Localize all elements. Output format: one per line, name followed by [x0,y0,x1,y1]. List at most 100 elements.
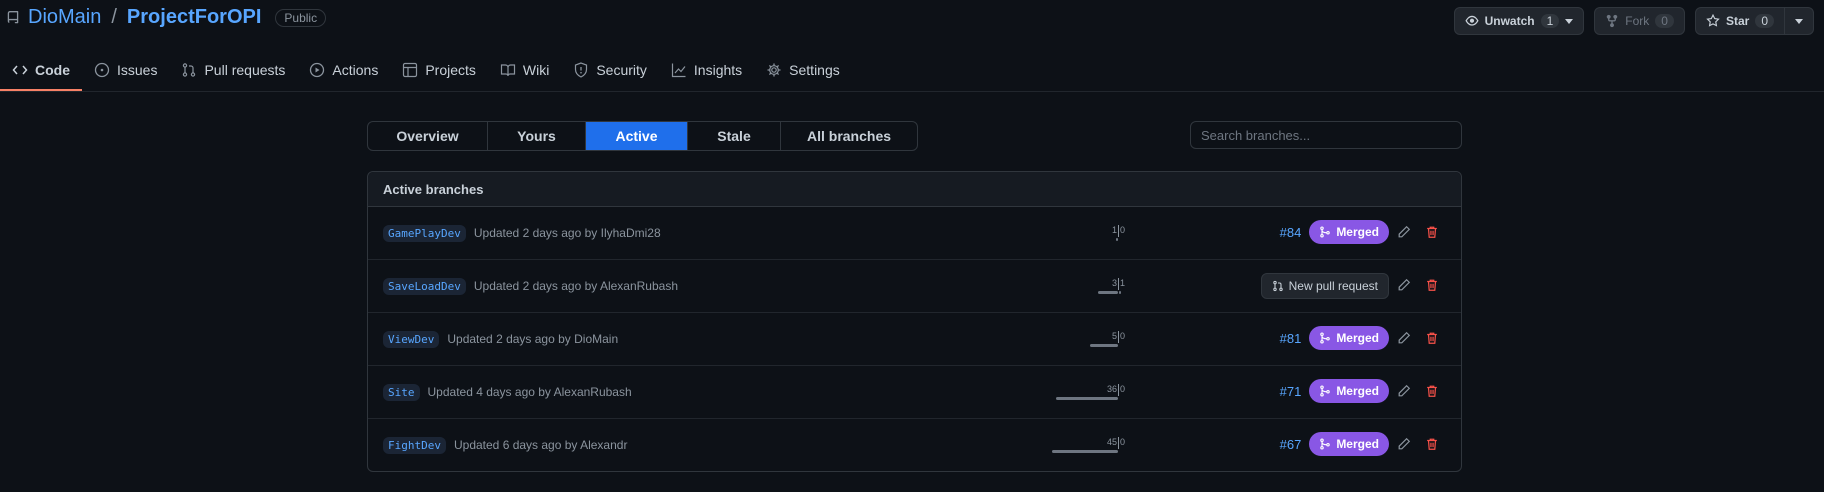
row-actions [1397,225,1439,239]
filter-all-branches[interactable]: All branches [781,122,917,150]
trash-icon[interactable] [1425,437,1439,451]
merged-label: Merged [1336,331,1379,345]
merged-label: Merged [1336,437,1379,451]
trash-icon[interactable] [1425,278,1439,292]
tab-code[interactable]: Code [0,52,82,91]
search-branches-input[interactable] [1190,121,1462,149]
pr-number-link[interactable]: #71 [1280,384,1302,399]
tab-security[interactable]: Security [561,52,659,88]
git-merge-icon [1320,438,1331,450]
merged-badge[interactable]: Merged [1309,379,1389,403]
git-merge-icon [1320,385,1331,397]
pr-status: New pull request [1260,273,1389,299]
tab-wiki[interactable]: Wiki [488,52,561,88]
fork-button[interactable]: Fork 0 [1594,7,1685,35]
active-branches-box: Active branches GamePlayDev Updated 2 da… [367,171,1462,472]
pencil-icon[interactable] [1397,384,1411,398]
unwatch-button[interactable]: Unwatch 1 [1453,7,1585,35]
repo-actions: Unwatch 1 Fork 0 Star 0 [1453,7,1814,35]
branch-updated-text: Updated 6 days ago by Alexandr [453,438,628,452]
divider [1118,437,1119,449]
branch-row: FightDev Updated 6 days ago by Alexandr … [368,419,1461,471]
chevron-down-icon[interactable] [1565,18,1574,24]
filter-stale[interactable]: Stale [688,122,781,150]
tab-issues[interactable]: Issues [82,52,169,88]
divider [1118,331,1119,343]
branch-filter-tabs: Overview Yours Active Stale All branches [367,121,918,151]
tab-label: Actions [332,62,379,78]
tab-label: Issues [117,62,158,78]
pr-number-link[interactable]: #81 [1280,331,1302,346]
repo-name-link[interactable]: ProjectForOPI [127,6,261,29]
pr-number-link[interactable]: #84 [1280,225,1302,240]
git-pull-request-icon [183,63,196,77]
behind-count: 36 [1106,384,1117,394]
behind-count: 1 [1111,225,1117,235]
repo-owner-link[interactable]: DioMain [28,6,101,29]
branches-page: Overview Yours Active Stale All branches… [367,121,1462,472]
tab-label: Security [596,62,647,78]
chevron-down-icon[interactable] [1795,18,1803,24]
pencil-icon[interactable] [1397,437,1411,451]
behind-bar [1116,238,1118,241]
pr-number-link[interactable]: #67 [1280,437,1302,452]
branch-name-link[interactable]: GamePlayDev [383,224,466,242]
repo-separator: / [111,6,117,28]
ahead-behind-graph: 5 0 [1068,331,1168,351]
trash-icon[interactable] [1425,225,1439,239]
tab-actions[interactable]: Actions [297,52,390,88]
tab-label: Wiki [522,62,550,78]
pencil-icon[interactable] [1397,331,1411,345]
ahead-count: 0 [1120,225,1126,235]
watch-count: 1 [1540,14,1560,28]
repo-header: DioMain / ProjectForOPI Public Unwatch 1… [0,0,1824,92]
pencil-icon[interactable] [1397,278,1411,292]
trash-icon[interactable] [1425,384,1439,398]
tab-label: Code [35,62,70,78]
behind-count: 3 [1111,278,1117,288]
pencil-icon[interactable] [1397,225,1411,239]
branch-row: ViewDev Updated 2 days ago by DioMain 5 … [368,313,1461,366]
branch-name-link[interactable]: FightDev [383,436,446,454]
branch-name-link[interactable]: Site [383,383,420,401]
tab-label: Pull requests [204,62,286,78]
divider [1118,225,1119,237]
behind-bar [1056,397,1118,400]
merged-badge[interactable]: Merged [1309,220,1389,244]
star-button[interactable]: Star 0 [1694,7,1814,35]
fork-icon [1607,14,1618,28]
filter-active[interactable]: Active [586,122,688,150]
git-merge-icon [1320,226,1331,238]
trash-icon[interactable] [1425,331,1439,345]
code-icon [12,65,28,75]
branch-name-link[interactable]: SaveLoadDev [383,277,466,295]
filter-overview[interactable]: Overview [368,122,488,150]
issue-opened-icon [94,62,110,78]
branch-name-link[interactable]: ViewDev [383,330,440,348]
pr-status: #71 Merged [1280,379,1389,403]
divider [1118,384,1119,396]
star-count: 0 [1755,14,1774,28]
branch-updated-text: Updated 4 days ago by AlexanRubash [427,385,632,399]
behind-bar [1052,450,1118,453]
new-pull-request-button[interactable]: New pull request [1260,273,1389,299]
ahead-count: 0 [1120,384,1126,394]
row-actions [1397,437,1439,451]
merged-badge[interactable]: Merged [1309,326,1389,350]
row-actions [1397,384,1439,398]
tab-label: Projects [425,62,476,78]
tab-settings[interactable]: Settings [754,52,852,88]
branch-updated-text: Updated 2 days ago by DioMain [447,332,619,346]
tab-pull-requests[interactable]: Pull requests [169,52,297,88]
merged-label: Merged [1336,225,1379,239]
graph-icon [671,63,686,78]
unwatch-label: Unwatch [1484,14,1535,28]
ahead-count: 1 [1120,278,1126,288]
table-icon [403,62,418,78]
ahead-count: 0 [1120,437,1126,447]
filter-yours[interactable]: Yours [488,122,586,150]
tab-insights[interactable]: Insights [659,52,754,88]
merged-badge[interactable]: Merged [1309,432,1389,456]
tab-projects[interactable]: Projects [390,52,488,88]
branch-row: Site Updated 4 days ago by AlexanRubash … [368,366,1461,419]
